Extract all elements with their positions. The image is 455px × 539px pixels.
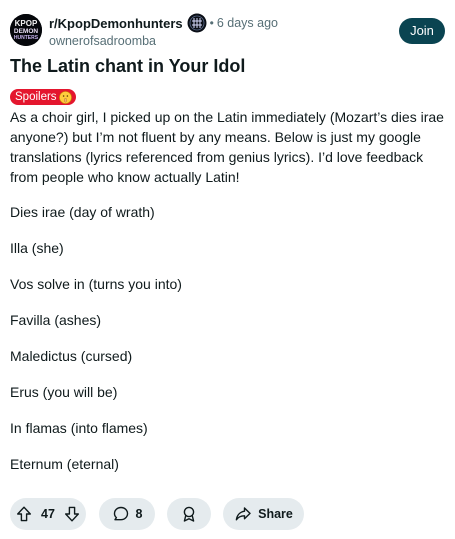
- meta-separator: •: [209, 16, 214, 30]
- post-flair[interactable]: Spoilers: [10, 89, 76, 105]
- subreddit-name-link[interactable]: r/KpopDemonhunters: [49, 16, 183, 31]
- award-ribbon-icon: [183, 506, 195, 522]
- avatar-line-2: DEMON: [14, 28, 39, 35]
- comment-bubble-icon: [113, 506, 128, 521]
- post-title[interactable]: The Latin chant in Your Idol: [10, 56, 245, 77]
- share-arrow-icon: [235, 507, 251, 521]
- award-button[interactable]: [167, 498, 211, 530]
- author-username-link[interactable]: ownerofsadroomba: [49, 34, 278, 48]
- flair-label: Spoilers: [15, 91, 57, 103]
- post-intro-paragraph: As a choir girl, I picked up on the Lati…: [10, 109, 444, 185]
- lyric-line: Eternum (eternal): [10, 456, 119, 472]
- vote-control: 47: [10, 498, 86, 530]
- avatar-line-1: KPOP: [15, 19, 38, 28]
- post-header: KPOP DEMON HUNTERS r/KpopDemonhunters • …: [10, 11, 450, 51]
- share-label: Share: [258, 507, 293, 521]
- lyric-line: In flamas (into flames): [10, 420, 148, 436]
- vote-score: 47: [41, 507, 55, 521]
- post-body: As a choir girl, I picked up on the Lati…: [10, 107, 453, 187]
- shushing-face-icon: [58, 90, 72, 104]
- avatar-line-3: HUNTERS: [14, 35, 39, 41]
- downvote-arrow-icon: [65, 506, 79, 522]
- lyric-line: Dies irae (day of wrath): [10, 204, 155, 220]
- comment-count: 8: [135, 507, 143, 521]
- kpop-logo-icon: KPOP DEMON HUNTERS: [10, 14, 42, 46]
- post-card: KPOP DEMON HUNTERS r/KpopDemonhunters • …: [0, 0, 455, 539]
- share-button[interactable]: Share: [223, 498, 304, 530]
- upvote-arrow-icon: [17, 506, 31, 522]
- post-timestamp: 6 days ago: [216, 16, 278, 30]
- join-button[interactable]: Join: [399, 18, 445, 44]
- lyric-line: Favilla (ashes): [10, 312, 102, 328]
- subreddit-avatar[interactable]: KPOP DEMON HUNTERS: [10, 14, 42, 46]
- lyric-line: Vos solve in (turns you into): [10, 276, 182, 292]
- lyric-line: Erus (you will be): [10, 384, 118, 400]
- subreddit-badge-icon: [187, 13, 207, 33]
- post-meta: r/KpopDemonhunters • 6 days ago ownerofs…: [49, 13, 278, 48]
- downvote-button[interactable]: [58, 498, 86, 530]
- upvote-button[interactable]: [10, 498, 38, 530]
- comments-button[interactable]: 8: [99, 498, 155, 530]
- lyric-line: Illa (she): [10, 240, 64, 256]
- meta-row: r/KpopDemonhunters • 6 days ago: [49, 13, 278, 33]
- lyric-line: Maledictus (cursed): [10, 348, 133, 364]
